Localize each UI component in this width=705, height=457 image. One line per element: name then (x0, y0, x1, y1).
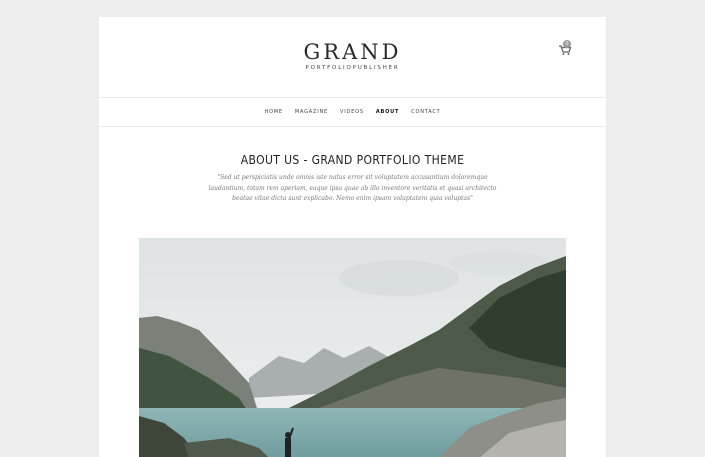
intro-section: ABOUT US - GRAND PORTFOLIO THEME "Sed ut… (99, 127, 606, 205)
cart-count-badge: 0 (563, 40, 571, 48)
logo-title: GRAND (303, 40, 402, 64)
intro-text: "Sed ut perspiciatis unde omnis iste nat… (208, 174, 497, 202)
nav-item-magazine[interactable]: MAGAZINE (289, 109, 334, 115)
nav-item-about[interactable]: ABOUT (370, 109, 405, 115)
page-title: ABOUT US - GRAND PORTFOLIO THEME (240, 153, 465, 167)
page-container: GRAND PORTFOLIOPUBLISHER 0 HOME MAGAZINE… (99, 17, 606, 457)
hero-photo (139, 238, 566, 457)
nav-item-videos[interactable]: VIDEOS (334, 109, 370, 115)
logo-subtitle: PORTFOLIOPUBLISHER (305, 65, 400, 71)
nav-item-contact[interactable]: CONTACT (405, 109, 446, 115)
main-nav: HOME MAGAZINE VIDEOS ABOUT CONTACT (99, 98, 606, 127)
site-header: GRAND PORTFOLIOPUBLISHER 0 (99, 17, 606, 98)
site-logo[interactable]: GRAND PORTFOLIOPUBLISHER (99, 41, 606, 71)
nav-item-home[interactable]: HOME (258, 109, 288, 115)
